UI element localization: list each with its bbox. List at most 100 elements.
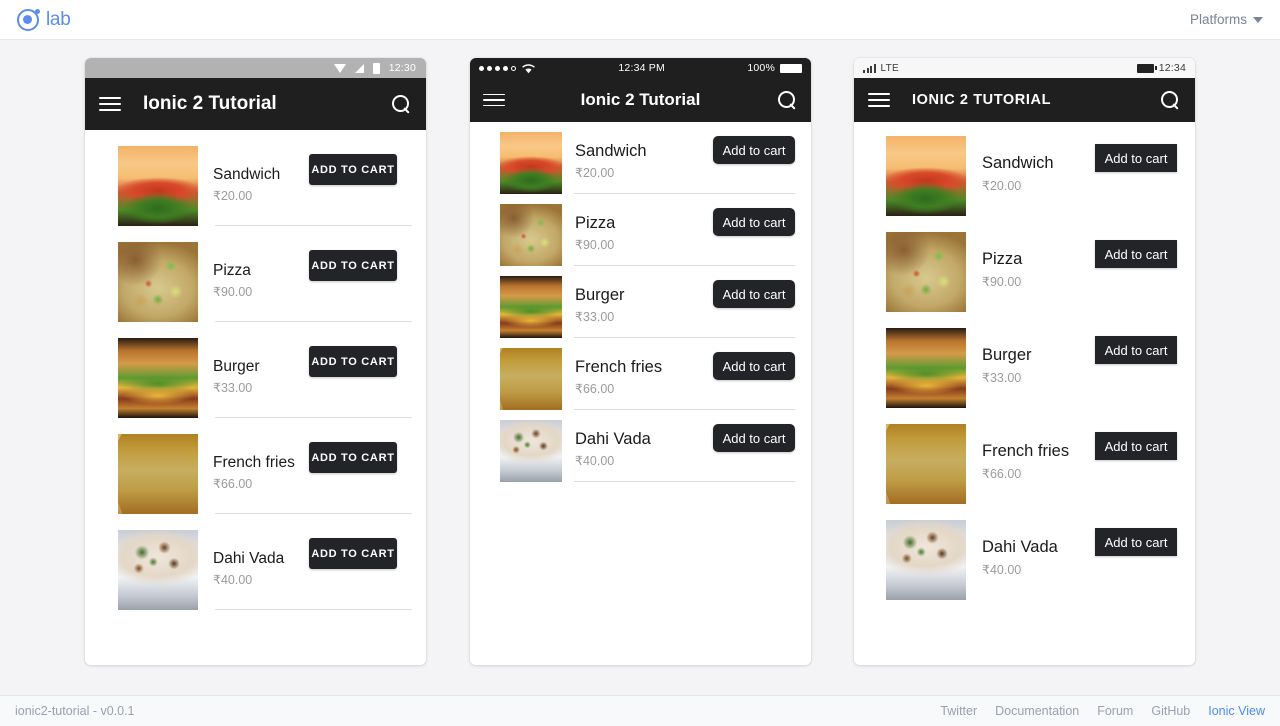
product-image [886, 424, 966, 504]
list-item[interactable]: Sandwich ₹20.00 Add to cart [854, 122, 1195, 218]
brand: lab [17, 8, 71, 31]
status-bar-ios: 12:34 PM 100% [470, 58, 811, 78]
list-divider [215, 609, 412, 610]
footer-link-ionic-view[interactable]: Ionic View [1208, 704, 1265, 718]
page-title: Ionic 2 Tutorial [580, 90, 701, 109]
product-price: ₹20.00 [982, 179, 1022, 193]
add-to-cart-button[interactable]: Add to cart [1095, 336, 1177, 364]
product-image [500, 420, 562, 482]
app-footer: ionic2-tutorial - v0.0.1 Twitter Documen… [0, 695, 1280, 726]
product-price: ₹66.00 [213, 477, 253, 491]
ionic-lab-logo-icon [17, 8, 40, 31]
wifi-icon [522, 63, 535, 73]
phone-preview-windows: LTE 12:34 IONIC 2 TUTORIAL Sandwich ₹20.… [854, 58, 1195, 665]
add-to-cart-button[interactable]: Add to cart [713, 352, 795, 380]
footer-link-github[interactable]: GitHub [1151, 704, 1190, 718]
product-image [886, 232, 966, 312]
product-price: ₹90.00 [982, 275, 1022, 289]
product-price: ₹33.00 [982, 371, 1022, 385]
search-icon[interactable] [776, 89, 798, 111]
list-item[interactable]: Pizza ₹90.00 Add to cart [470, 194, 811, 266]
add-to-cart-button[interactable]: ADD TO CART [309, 346, 397, 377]
footer-links: Twitter Documentation Forum GitHub Ionic… [940, 704, 1265, 718]
hamburger-menu-icon[interactable] [868, 93, 890, 107]
product-image [886, 520, 966, 600]
signal-dots-icon [479, 65, 516, 71]
product-image [118, 338, 198, 418]
wifi-icon [333, 63, 346, 73]
battery-icon [1136, 63, 1157, 73]
product-image [500, 276, 562, 338]
add-to-cart-button[interactable]: Add to cart [1095, 144, 1177, 172]
product-image [118, 530, 198, 610]
product-price: ₹90.00 [575, 238, 615, 252]
platforms-dropdown[interactable]: Platforms [1190, 12, 1263, 27]
list-item[interactable]: Pizza ₹90.00 Add to cart [854, 218, 1195, 314]
footer-link-documentation[interactable]: Documentation [995, 704, 1079, 718]
product-list-android[interactable]: Sandwich ₹20.00 ADD TO CART Pizza ₹90.00… [85, 130, 426, 665]
list-item[interactable]: Sandwich ₹20.00 ADD TO CART [85, 130, 426, 226]
add-to-cart-button[interactable]: Add to cart [713, 208, 795, 236]
list-item[interactable]: Sandwich ₹20.00 Add to cart [470, 122, 811, 194]
product-price: ₹40.00 [982, 563, 1022, 577]
list-item[interactable]: Dahi Vada ₹40.00 Add to cart [854, 506, 1195, 602]
list-divider [574, 481, 795, 482]
search-icon[interactable] [390, 93, 412, 115]
list-item[interactable]: French fries ₹66.00 Add to cart [854, 410, 1195, 506]
toolbar-windows: IONIC 2 TUTORIAL [854, 78, 1195, 122]
toolbar-ios: Ionic 2 Tutorial [470, 78, 811, 122]
status-time: 12:30 [388, 62, 416, 74]
toolbar-android: Ionic 2 Tutorial [85, 78, 426, 130]
list-item[interactable]: Burger ₹33.00 Add to cart [854, 314, 1195, 410]
phone-preview-ios: 12:34 PM 100% Ionic 2 Tutorial Sandwich … [470, 58, 811, 665]
add-to-cart-button[interactable]: Add to cart [713, 424, 795, 452]
list-item[interactable]: Burger ₹33.00 ADD TO CART [85, 322, 426, 418]
product-price: ₹40.00 [575, 454, 615, 468]
list-item[interactable]: French fries ₹66.00 ADD TO CART [85, 418, 426, 514]
list-item[interactable]: Burger ₹33.00 Add to cart [470, 266, 811, 338]
list-item[interactable]: Dahi Vada ₹40.00 Add to cart [470, 410, 811, 482]
hamburger-menu-icon[interactable] [483, 93, 505, 107]
product-image [118, 242, 198, 322]
product-image [118, 434, 198, 514]
list-item[interactable]: French fries ₹66.00 Add to cart [470, 338, 811, 410]
product-price: ₹20.00 [213, 189, 253, 203]
list-item[interactable]: Pizza ₹90.00 ADD TO CART [85, 226, 426, 322]
add-to-cart-button[interactable]: Add to cart [1095, 528, 1177, 556]
add-to-cart-button[interactable]: Add to cart [1095, 240, 1177, 268]
product-price: ₹33.00 [213, 381, 253, 395]
product-price: ₹20.00 [575, 166, 615, 180]
footer-link-twitter[interactable]: Twitter [940, 704, 977, 718]
brand-label: lab [46, 8, 71, 30]
add-to-cart-button[interactable]: Add to cart [713, 136, 795, 164]
footer-link-forum[interactable]: Forum [1097, 704, 1133, 718]
product-price: ₹33.00 [575, 310, 615, 324]
add-to-cart-button[interactable]: ADD TO CART [309, 250, 397, 281]
signal-icon [354, 63, 364, 73]
hamburger-menu-icon[interactable] [99, 97, 121, 111]
add-to-cart-button[interactable]: ADD TO CART [309, 154, 397, 185]
version-label: ionic2-tutorial - v0.0.1 [15, 704, 135, 718]
page-title: IONIC 2 TUTORIAL [912, 92, 1052, 108]
product-price: ₹66.00 [575, 382, 615, 396]
battery-icon [779, 63, 802, 73]
signal-bars-icon [863, 63, 876, 73]
product-price: ₹40.00 [213, 573, 253, 587]
add-to-cart-button[interactable]: ADD TO CART [309, 442, 397, 473]
add-to-cart-button[interactable]: Add to cart [713, 280, 795, 308]
status-time: 12:34 [1158, 62, 1186, 74]
add-to-cart-button[interactable]: Add to cart [1095, 432, 1177, 460]
product-list-windows[interactable]: Sandwich ₹20.00 Add to cart Pizza ₹90.00… [854, 122, 1195, 665]
platforms-label: Platforms [1189, 12, 1247, 27]
chevron-down-icon [1253, 16, 1263, 23]
list-item[interactable]: Dahi Vada ₹40.00 ADD TO CART [85, 514, 426, 610]
product-image [500, 348, 562, 410]
product-price: ₹66.00 [982, 467, 1022, 481]
add-to-cart-button[interactable]: ADD TO CART [309, 538, 397, 569]
product-image [500, 204, 562, 266]
product-image [500, 132, 562, 194]
status-bar-windows: LTE 12:34 [854, 58, 1195, 78]
status-bar-android: 12:30 [85, 58, 426, 78]
product-list-ios[interactable]: Sandwich ₹20.00 Add to cart Pizza ₹90.00… [470, 122, 811, 665]
search-icon[interactable] [1159, 89, 1181, 111]
